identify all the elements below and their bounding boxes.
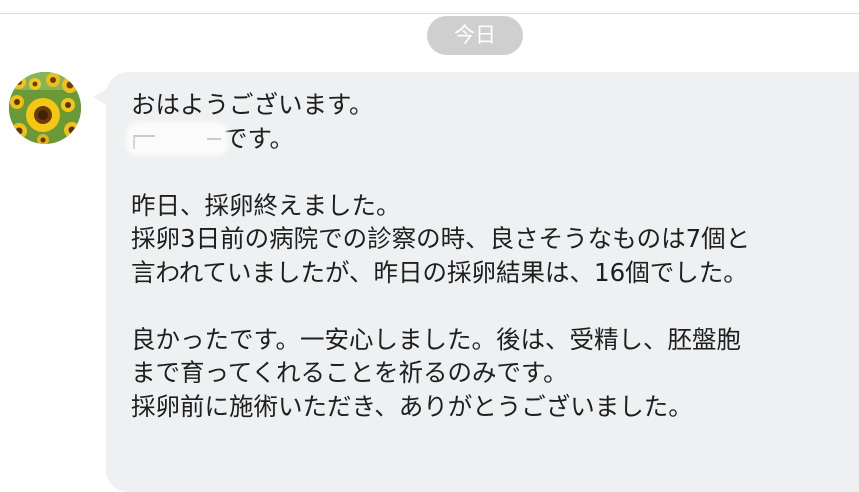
redacted-name [131, 126, 223, 151]
top-divider [0, 13, 859, 14]
message-line-3: 昨日、採卵終えました。 [131, 190, 401, 220]
message-line-2-suffix: です。 [223, 123, 295, 153]
sunflower-avatar-icon [9, 72, 81, 144]
message-text: おはようございます。 です。 昨日、採卵終えました。 採卵3日前の病院での診察の… [131, 88, 859, 423]
message-line-6: 良かったです。一安心しました。後は、受精し、胚盤胞 [131, 324, 742, 354]
message-line-2: です。 [131, 122, 859, 156]
message-line-4: 採卵3日前の病院での診察の時、良さそうなものは7個と [131, 224, 751, 253]
message-line-7: まで育ってくれることを祈るのみです。 [131, 358, 568, 387]
message-line-1: おはようございます。 [131, 90, 374, 119]
message-line-8: 採卵前に施術いただき、ありがとうございました。 [131, 391, 693, 421]
date-chip: 今日 [427, 16, 523, 55]
avatar[interactable] [9, 72, 81, 144]
message-line-5: 言われていましたが、昨日の採卵結果は、16個でした。 [131, 257, 748, 287]
